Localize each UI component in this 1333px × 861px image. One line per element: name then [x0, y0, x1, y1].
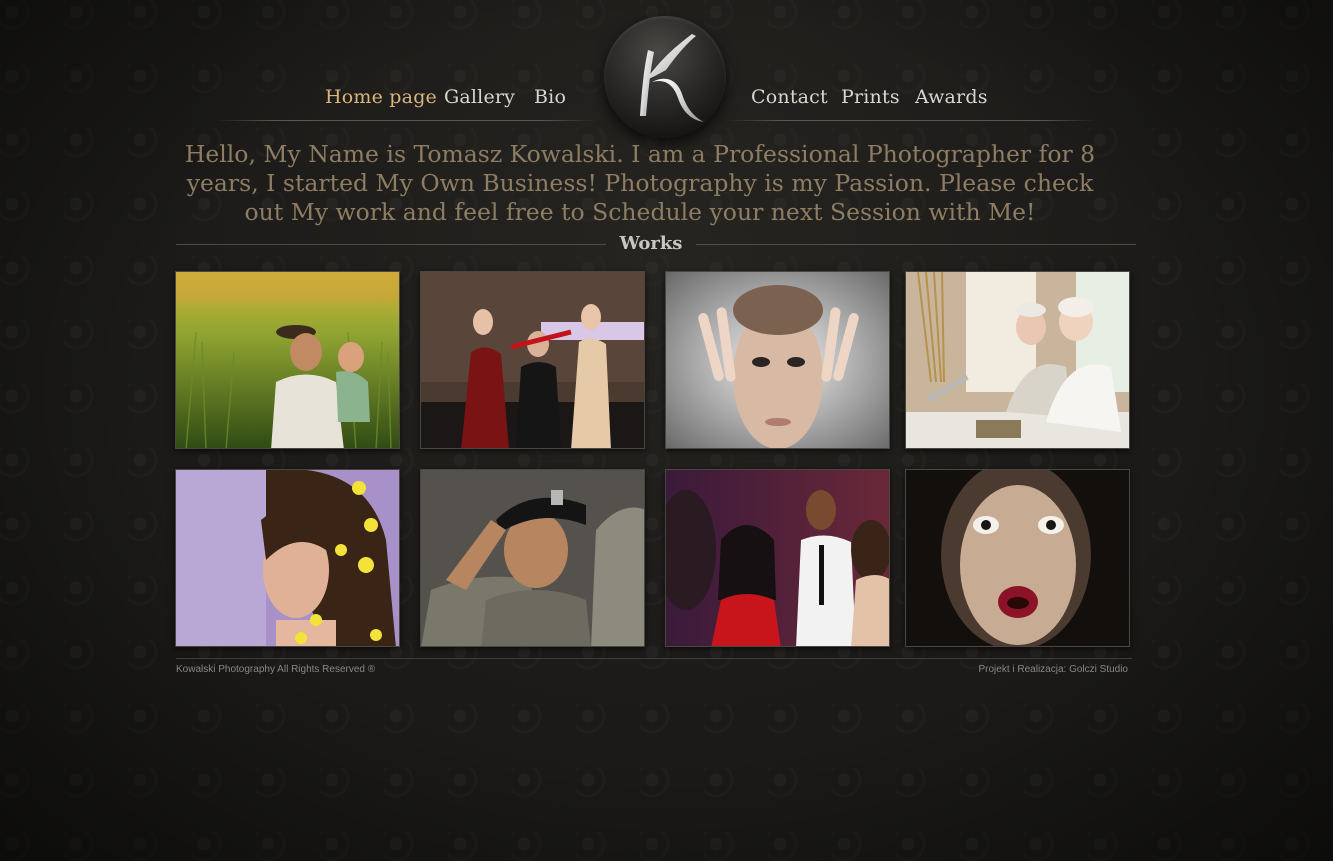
thumbnail-group-fashion[interactable] — [420, 271, 645, 449]
footer-copyright: Kowalski Photography All Rights Reserved… — [176, 664, 376, 675]
logo-k-mark — [640, 34, 704, 122]
nav-item-home[interactable]: Home page — [325, 86, 437, 108]
works-divider-left — [176, 244, 606, 245]
footer-divider — [176, 658, 1132, 659]
thumbnail-horror-face[interactable] — [905, 469, 1130, 647]
nav-divider-left — [216, 120, 598, 121]
intro-paragraph: Hello, My Name is Tomasz Kowalski. I am … — [184, 140, 1096, 226]
footer-credit-link[interactable]: Projekt i Realizacja: Golczi Studio — [978, 664, 1128, 675]
thumbnail-beauty-face[interactable] — [665, 271, 890, 449]
works-title: Works — [619, 233, 683, 254]
logo[interactable] — [604, 16, 726, 138]
thumbnail-woman-flowers[interactable] — [175, 469, 400, 647]
nav-item-awards[interactable]: Awards — [915, 86, 988, 108]
thumbnail-elderly-couple[interactable] — [905, 271, 1130, 449]
thumbnail-soldier-salute[interactable] — [420, 469, 645, 647]
nav-item-prints[interactable]: Prints — [841, 86, 900, 108]
nav-item-bio[interactable]: Bio — [534, 86, 566, 108]
thumbnail-nightclub[interactable] — [665, 469, 890, 647]
nav-item-gallery[interactable]: Gallery — [444, 86, 515, 108]
works-divider-right — [696, 244, 1136, 245]
thumbnail-father-child[interactable] — [175, 271, 400, 449]
nav-item-contact[interactable]: Contact — [751, 86, 828, 108]
nav-divider-right — [726, 120, 1098, 121]
